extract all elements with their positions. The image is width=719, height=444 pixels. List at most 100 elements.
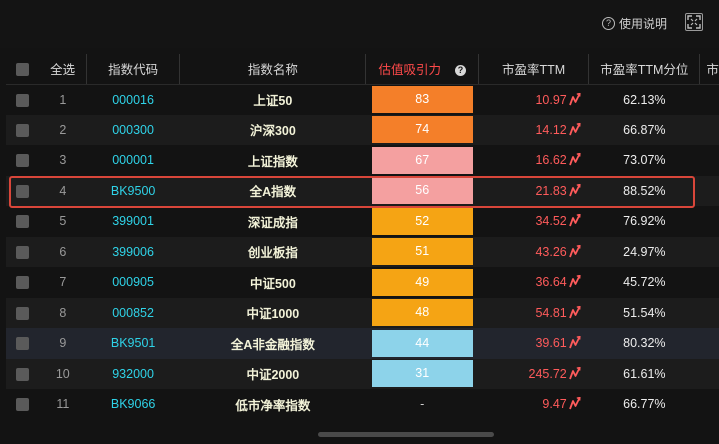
index-code[interactable]: 932000	[86, 359, 179, 390]
row-checkbox[interactable]	[16, 398, 30, 412]
trend-line-icon[interactable]	[568, 336, 581, 349]
pe-ttm-value: 43.26	[535, 244, 567, 259]
pe-ttm-value: 14.12	[535, 122, 567, 137]
trend-line-icon[interactable]	[568, 397, 581, 410]
help-link[interactable]: ? 使用说明	[601, 15, 667, 32]
index-code[interactable]: 000016	[86, 84, 179, 115]
trend-line-icon[interactable]	[568, 92, 581, 106]
pe-ttm-percentile: 45.72%	[623, 275, 666, 290]
row-checkbox[interactable]	[16, 245, 30, 259]
row-checkbox[interactable]	[16, 93, 30, 107]
table-row[interactable]: 2 000300 沪深300 74 14.12 66.87%	[6, 114, 719, 146]
pe-ttm-percentile: 66.87%	[623, 122, 666, 137]
row-checkbox-cell[interactable]	[6, 328, 39, 359]
row-checkbox-cell[interactable]	[6, 206, 39, 237]
row-checkbox[interactable]	[16, 215, 30, 229]
index-name[interactable]: 创业板指	[180, 237, 366, 268]
trend-line-icon[interactable]	[568, 275, 581, 288]
pe-ttm-value: 10.97	[535, 92, 567, 107]
trend-line-icon[interactable]	[568, 214, 581, 227]
index-name[interactable]: 上证指数	[180, 145, 366, 176]
pe-ttm-percentile: 80.32%	[623, 336, 666, 351]
row-checkbox[interactable]	[16, 184, 30, 198]
valuation-score: 48	[371, 299, 473, 327]
trend-line-icon[interactable]	[568, 153, 581, 166]
index-code[interactable]: 399006	[86, 237, 179, 268]
index-name[interactable]: 深证成指	[180, 206, 366, 237]
pe-ttm-cell: 14.12	[479, 115, 589, 146]
trend-line-icon[interactable]	[568, 244, 581, 258]
index-name[interactable]: 中证1000	[180, 298, 366, 329]
fullscreen-button[interactable]	[685, 13, 703, 31]
row-checkbox[interactable]	[16, 306, 30, 320]
trend-line-icon[interactable]	[568, 305, 581, 319]
header-pe[interactable]: 市盈率TTM	[477, 54, 589, 85]
trend-line-icon[interactable]	[568, 366, 581, 380]
select-all-label[interactable]: 全选	[39, 54, 87, 85]
table-row[interactable]: 5 399001 深证成指 52 34.52 76.92%	[6, 206, 719, 237]
trend-line-icon[interactable]	[568, 122, 581, 136]
index-name[interactable]: 沪深300	[180, 115, 366, 146]
horizontal-scrollbar[interactable]	[318, 432, 494, 437]
table-row[interactable]: 7 000905 中证500 49 36.64 45.72%	[6, 267, 719, 298]
table-row[interactable]: 1 000016 上证50 83 10.97 62.13%	[6, 84, 719, 115]
row-checkbox-cell[interactable]	[6, 176, 39, 207]
index-code[interactable]: 000300	[86, 115, 179, 146]
pe-ttm-cell: 16.62	[479, 145, 589, 176]
index-code[interactable]: 000852	[86, 298, 179, 329]
pe-ttm-value: 21.83	[535, 183, 567, 198]
index-name[interactable]: 上证50	[180, 84, 366, 115]
table-row[interactable]: 10 932000 中证2000 31 245.72 61.61%	[6, 358, 719, 390]
row-overflow-cell	[700, 206, 719, 237]
table-row[interactable]: 4 BK9500 全A指数 56 21.83 88.52%	[6, 175, 719, 207]
row-checkbox-cell[interactable]	[6, 145, 39, 176]
header-pe-percentile[interactable]: 市盈率TTM分位	[588, 54, 700, 85]
row-checkbox-cell[interactable]	[6, 115, 39, 146]
select-all-checkbox[interactable]	[16, 62, 30, 76]
index-name[interactable]: 全A非金融指数	[180, 328, 366, 359]
table-row[interactable]: 6 399006 创业板指 51 43.26 24.97%	[6, 236, 719, 268]
row-checkbox[interactable]	[16, 276, 30, 290]
row-checkbox[interactable]	[16, 123, 30, 137]
row-checkbox-cell[interactable]	[6, 267, 39, 298]
score-cell: 52	[366, 206, 479, 237]
row-checkbox[interactable]	[16, 154, 30, 168]
row-checkbox-cell[interactable]	[6, 298, 39, 329]
row-index: 2	[59, 122, 67, 137]
table-row[interactable]: 11 BK9066 低市净率指数 - 9.47 66.77%	[6, 389, 719, 420]
pe-ttm-cell: 34.52	[479, 206, 589, 237]
index-code[interactable]: BK9500	[86, 176, 179, 207]
valuation-score: 49	[371, 268, 473, 296]
row-checkbox-cell[interactable]	[6, 389, 39, 420]
question-circle-icon[interactable]: ?	[454, 65, 466, 77]
row-checkbox-cell[interactable]	[6, 359, 39, 390]
header-code[interactable]: 指数代码	[85, 54, 180, 85]
select-all-checkbox-header[interactable]	[6, 54, 40, 85]
score-cell: 51	[366, 237, 479, 268]
row-index: 11	[56, 397, 70, 412]
row-checkbox[interactable]	[16, 367, 30, 381]
pe-ttm-value: 245.72	[528, 366, 567, 381]
index-name[interactable]: 中证2000	[180, 359, 366, 390]
header-name[interactable]: 指数名称	[179, 54, 366, 85]
pe-ttm-cell: 245.72	[479, 359, 589, 390]
row-checkbox-cell[interactable]	[6, 84, 39, 115]
index-code[interactable]: 399001	[86, 206, 179, 237]
index-name[interactable]: 中证500	[180, 267, 366, 298]
row-checkbox-cell[interactable]	[6, 237, 39, 268]
index-code[interactable]: 000001	[86, 145, 179, 176]
trend-line-icon[interactable]	[568, 183, 581, 197]
top-toolbar: ? 使用说明	[0, 0, 719, 48]
index-code[interactable]: 000905	[86, 267, 179, 298]
table-row[interactable]: 3 000001 上证指数 67 16.62 73.07%	[6, 145, 719, 176]
row-overflow-cell	[700, 176, 719, 207]
header-score[interactable]: 估值吸引力?	[365, 54, 479, 85]
row-checkbox[interactable]	[16, 337, 30, 351]
index-name[interactable]: 全A指数	[180, 176, 366, 207]
table-row[interactable]: 8 000852 中证1000 48 54.81 51.54%	[6, 297, 719, 329]
header-more[interactable]: 市	[699, 54, 719, 85]
index-code[interactable]: BK9501	[86, 328, 179, 359]
index-name[interactable]: 低市净率指数	[180, 389, 366, 420]
table-row[interactable]: 9 BK9501 全A非金融指数 44 39.61 80.32%	[6, 328, 719, 359]
index-code[interactable]: BK9066	[86, 389, 179, 420]
